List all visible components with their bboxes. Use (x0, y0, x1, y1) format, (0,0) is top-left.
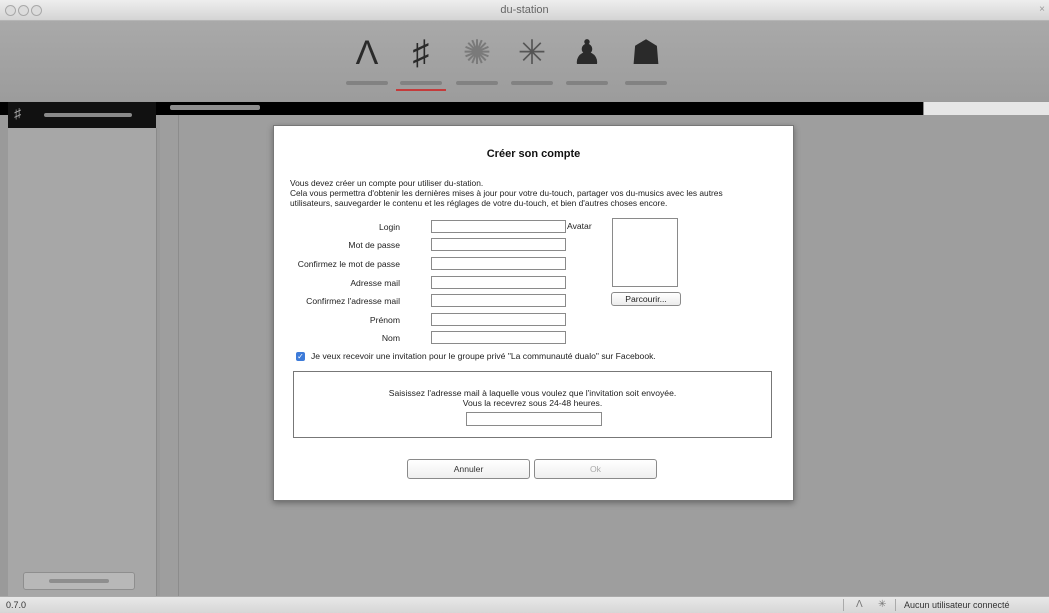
last-name-field[interactable] (431, 331, 566, 344)
dialog-intro: Vous devez créer un compte pour utiliser… (290, 178, 780, 208)
invite-line: Saisissez l'adresse mail à laquelle vous… (388, 388, 677, 398)
fullscreen-icon[interactable]: × (1039, 0, 1045, 20)
invite-instructions: Saisissez l'adresse mail à laquelle vous… (294, 388, 771, 408)
intro-line: Vous devez créer un compte pour utiliser… (290, 178, 484, 188)
column-divider (178, 115, 179, 596)
invite-line: Vous la recevrez sous 24-48 heures. (462, 398, 603, 408)
window-zoom-icon[interactable] (31, 5, 42, 16)
toolbar-du-community[interactable]: ☗ (616, 33, 676, 93)
avatar-label: Avatar (567, 221, 592, 231)
confirm-email-field[interactable] (431, 294, 566, 307)
main-toolbar: Λ ♯ ✺ ✳ ♟ ☗ (0, 21, 1049, 101)
du-community-icon: ☗ (630, 34, 662, 72)
create-account-dialog: Créer son compte Vous devez créer un com… (273, 125, 794, 501)
toolbar-label (400, 81, 442, 85)
sidebar (8, 128, 157, 596)
content-header-band (0, 102, 1049, 115)
first-name-label: Prénom (369, 315, 400, 325)
toolbar-label (346, 81, 388, 85)
browse-button[interactable]: Parcourir... (611, 292, 681, 306)
confirm-password-label: Confirmez le mot de passe (297, 259, 400, 269)
dialog-title: Créer son compte (486, 148, 581, 160)
toolbar-du-sound[interactable]: ✺ (447, 33, 507, 93)
confirm-email-label: Confirmez l'adresse mail (306, 296, 400, 306)
du-touch-status-icon: Λ (856, 599, 863, 610)
window-minimize-icon[interactable] (18, 5, 29, 16)
intro-line: Cela vous permettra d'obtenir les derniè… (290, 188, 723, 198)
password-label: Mot de passe (348, 240, 400, 250)
login-label: Login (378, 222, 400, 232)
status-divider (895, 599, 896, 611)
last-name-label: Nom (381, 333, 400, 343)
du-sound-icon: ✺ (462, 34, 492, 72)
login-field[interactable] (431, 220, 566, 233)
intro-line: utilisateurs, sauvegarder le contenu et … (290, 198, 668, 208)
password-field[interactable] (431, 238, 566, 251)
confirm-password-field[interactable] (431, 257, 566, 270)
window-title: du-station (500, 4, 549, 16)
toolbar-label (511, 81, 553, 85)
du-music-icon: ♯ (412, 34, 430, 72)
invite-email-field[interactable] (466, 412, 602, 426)
sidebar-header[interactable]: ♯ (8, 102, 156, 128)
sidebar-add-button-label (49, 579, 109, 583)
toolbar-du-music[interactable]: ♯ (391, 33, 451, 93)
du-touch-icon: Λ (355, 34, 379, 72)
toolbar-du-station[interactable]: ✳ (502, 33, 562, 93)
toolbar-label (625, 81, 667, 85)
facebook-invite-label: Je veux recevoir une invitation pour le … (311, 351, 656, 361)
avatar-preview (612, 218, 678, 287)
email-field[interactable] (431, 276, 566, 289)
ok-button[interactable]: Ok (534, 459, 657, 479)
toolbar-label (456, 81, 498, 85)
toolbar-du-touch[interactable]: Λ (337, 33, 397, 93)
invite-email-panel: Saisissez l'adresse mail à laquelle vous… (293, 371, 772, 438)
active-tab-indicator (396, 89, 446, 91)
content-header-label (170, 105, 260, 110)
status-divider (843, 599, 844, 611)
du-music-icon: ♯ (14, 105, 21, 121)
checkbox-checked-icon[interactable]: ✓ (296, 352, 305, 362)
toolbar-synth[interactable]: ♟ (557, 33, 617, 93)
first-name-field[interactable] (431, 313, 566, 326)
sidebar-header-label (44, 113, 132, 117)
du-station-status-icon: ✳ (878, 599, 887, 610)
email-label: Adresse mail (350, 278, 400, 288)
status-bar: 0.7.0 Λ ✳ Aucun utilisateur connecté (0, 596, 1049, 613)
sidebar-add-button[interactable] (23, 572, 135, 590)
synth-icon: ♟ (571, 34, 603, 72)
version-label: 0.7.0 (6, 600, 27, 610)
facebook-invite-option[interactable]: ✓ Je veux recevoir une invitation pour le… (296, 351, 656, 362)
window-close-icon[interactable] (5, 5, 16, 16)
toolbar-label (566, 81, 608, 85)
user-status: Aucun utilisateur connecté (904, 600, 1010, 610)
du-station-icon: ✳ (517, 34, 547, 72)
search-area[interactable] (923, 102, 1049, 115)
cancel-button[interactable]: Annuler (407, 459, 530, 479)
title-bar: du-station × (0, 0, 1049, 21)
